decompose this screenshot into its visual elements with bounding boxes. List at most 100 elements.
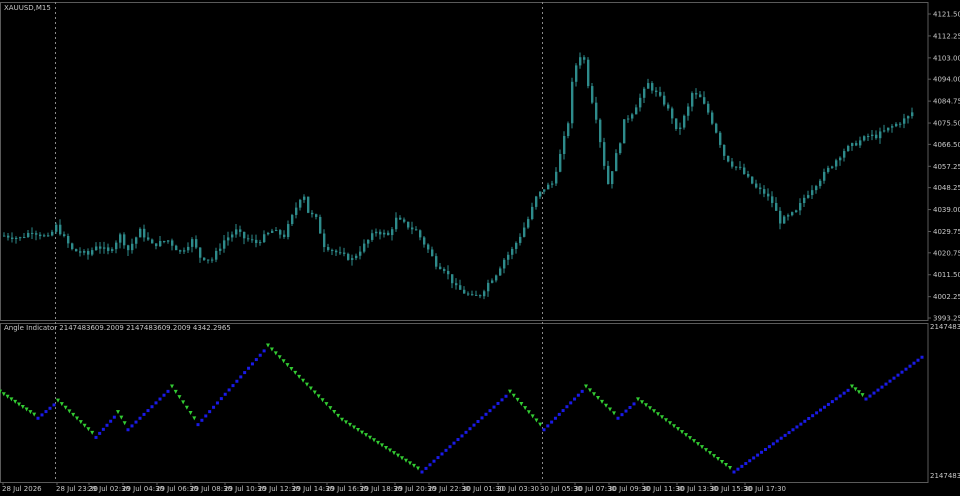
candle-body [275, 230, 278, 232]
angle-up-dot [846, 388, 850, 392]
angle-up-dot [239, 375, 243, 379]
candle-body [899, 123, 902, 125]
angle-up-dot [628, 405, 632, 409]
candle-body [871, 134, 874, 137]
candle-body [163, 241, 166, 243]
angle-up-dot [258, 353, 262, 357]
angle-up-dot [247, 366, 251, 370]
candle-body [527, 219, 530, 228]
angle-up-dot [830, 400, 834, 404]
candle-body [719, 132, 722, 145]
angle-up-dot [787, 431, 791, 435]
angle-up-dot [134, 420, 138, 424]
candle-body [455, 283, 458, 286]
candle-body [891, 126, 894, 128]
angle-up-dot [424, 466, 428, 470]
candle-body [207, 259, 210, 261]
candle-body [835, 160, 838, 167]
angle-up-dot [819, 408, 823, 412]
angle-up-dot [484, 412, 488, 416]
candle-body [123, 234, 126, 246]
candle-body [867, 136, 870, 138]
candle-body [55, 224, 58, 232]
angle-up-dot [40, 413, 44, 417]
angle-up-dot [500, 398, 504, 402]
angle-up-dot [620, 413, 624, 417]
candle-body [271, 230, 274, 233]
angle-up-dot [834, 397, 838, 401]
angle-up-dot [872, 391, 876, 395]
candle-body [531, 206, 534, 220]
candle-body [855, 143, 858, 146]
angle-up-dot [752, 456, 756, 460]
angle-up-dot [162, 393, 166, 397]
candle-body [739, 166, 742, 168]
candle-body [623, 119, 626, 144]
angle-up-dot [254, 358, 258, 362]
price-tick-label: 4121.50 [933, 11, 960, 19]
indicator-label: Angle Indicator 2147483609.2009 21474836… [4, 324, 231, 332]
candle-body [579, 57, 582, 66]
angle-up-dot [912, 361, 916, 365]
chart-canvas[interactable]: 4121.50 4112.25 4103.00 4094.00 4084.75 4075.… [0, 0, 960, 496]
candle-body [235, 229, 238, 235]
candle-body [451, 274, 454, 284]
candle-body [63, 234, 66, 236]
angle-up-dot [791, 428, 795, 432]
candle-body [687, 106, 690, 116]
indicator-tick-label: 2147483609 [930, 323, 960, 331]
price-axis[interactable]: 4121.50 4112.25 4103.00 4094.00 4084.75 4075.… [928, 11, 960, 323]
price-tick-label: 4066.50 [933, 141, 960, 149]
candle-body [679, 127, 682, 129]
angle-up-dot [208, 410, 212, 414]
candle-body [215, 250, 218, 260]
candle-body [459, 285, 462, 290]
candle-body [583, 57, 586, 60]
candle-body [131, 243, 134, 251]
angle-up-dot [158, 397, 162, 401]
candle-body [631, 114, 634, 119]
candle-body [303, 196, 306, 200]
candle-body [511, 248, 514, 255]
candle-body [799, 203, 802, 211]
price-tick-label: 4002.25 [933, 293, 960, 301]
trading-chart[interactable]: 4121.50 4112.25 4103.00 4094.00 4084.75 4075.… [0, 0, 960, 496]
candle-body [251, 239, 254, 241]
candle-body [91, 250, 94, 255]
candle-body [635, 107, 638, 115]
candle-body [79, 251, 82, 253]
candle-body [787, 215, 790, 217]
angle-up-dot [212, 405, 216, 409]
candle-body [563, 136, 566, 154]
angle-up-dot [783, 433, 787, 437]
candle-body [227, 237, 230, 241]
candle-body [111, 249, 114, 251]
angle-up-dot [492, 405, 496, 409]
candle-body [483, 291, 486, 297]
angle-up-dot [250, 362, 254, 366]
candle-body [299, 199, 302, 208]
candle-body [519, 236, 522, 243]
angle-up-dot [908, 364, 912, 368]
candle-body [515, 242, 518, 249]
candle-body [439, 266, 442, 270]
candle-body [395, 217, 398, 230]
candle-body [295, 207, 298, 215]
candle-body [67, 235, 70, 244]
candle-body [291, 214, 294, 225]
candle-body [143, 228, 146, 238]
candle-body [815, 186, 818, 191]
candle-body [651, 83, 654, 91]
price-tick-label: 4094.00 [933, 76, 960, 84]
candle-body [167, 240, 170, 242]
angle-up-dot [227, 388, 231, 392]
symbol-label: XAUUSD,M15 [4, 4, 51, 12]
candle-body [15, 237, 18, 240]
candle-body [607, 165, 610, 185]
angle-up-dot [105, 423, 109, 427]
candle-body [779, 210, 782, 224]
angle-up-dot [553, 416, 557, 420]
angle-up-dot [876, 388, 880, 392]
candle-body [51, 231, 54, 236]
angle-up-dot [736, 467, 740, 471]
